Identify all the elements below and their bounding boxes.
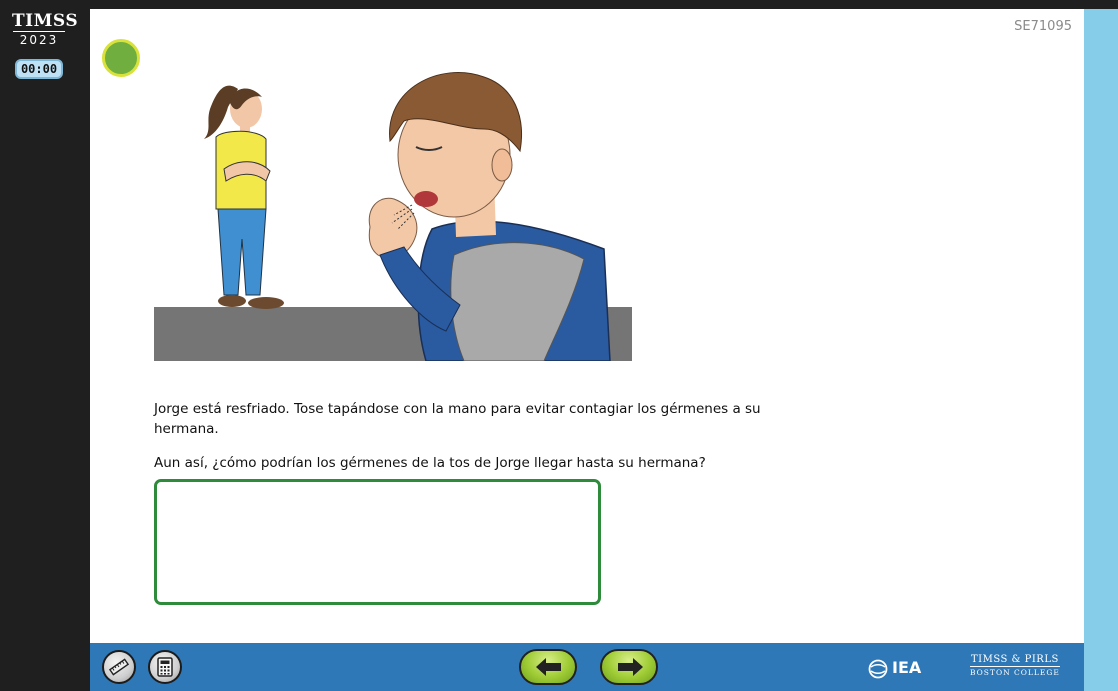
timss-logo: TIMSS 2023 [12,11,79,52]
girl-figure [204,85,284,309]
question-prompt: Aun así, ¿cómo podrían los gérmenes de l… [154,455,706,471]
logo-divider [13,31,65,32]
ruler-button[interactable] [102,650,136,684]
question-stem: Jorge está resfriado. Tose tapándose con… [154,401,761,437]
timss-pirls-logo: TIMSS & PIRLS BOSTON COLLEGE [970,654,1060,678]
back-button[interactable] [519,649,577,685]
boston-college-label: BOSTON COLLEGE [970,666,1060,677]
timss-pirls-label: TIMSS & PIRLS [970,654,1059,665]
globe-icon [868,659,888,678]
arrow-left-icon [536,658,561,676]
next-button[interactable] [600,649,658,685]
item-status-indicator [102,39,140,77]
logo-year: 2023 [19,33,59,47]
iea-logo: IEA [868,657,921,679]
right-side-panel [1084,9,1118,691]
timer-display: 00:00 [15,59,63,79]
bottom-toolbar: IEA TIMSS & PIRLS BOSTON COLLEGE [90,643,1084,691]
coughing-boy-illustration [154,72,632,361]
ruler-icon [108,658,130,676]
item-content-area: SE71095 Jorge está resfriado. Tose tapán… [90,9,1084,643]
left-sidebar: TIMSS 2023 00:00 [0,0,90,691]
iea-label: IEA [892,658,922,677]
answer-textbox[interactable] [154,479,601,605]
top-border [0,0,1118,9]
logo-title: TIMSS [12,11,79,31]
calculator-button[interactable] [148,650,182,684]
item-code: SE71095 [1014,19,1072,34]
calculator-icon [157,657,173,677]
arrow-right-icon [618,658,643,676]
